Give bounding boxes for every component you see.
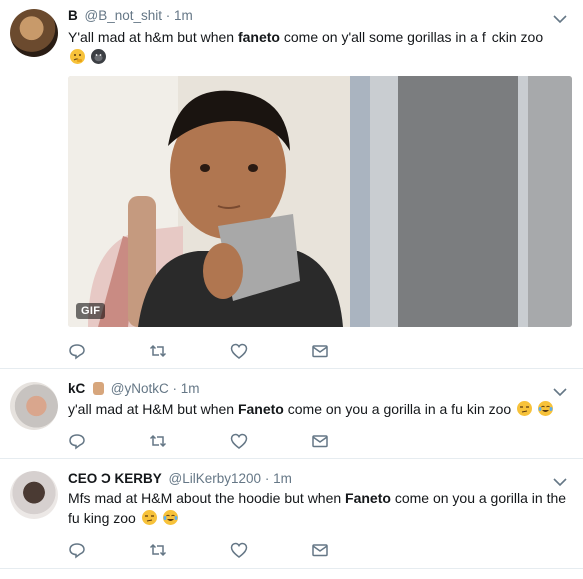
gorilla-icon (90, 49, 106, 64)
reply-icon[interactable] (68, 541, 86, 559)
retweet-icon[interactable] (149, 432, 167, 450)
timestamp[interactable]: 1m (273, 471, 292, 486)
display-name[interactable]: CEO Ɔ KERBY (68, 471, 162, 486)
retweet-icon[interactable] (149, 541, 167, 559)
tweet-1[interactable]: B @B_not_shit · 1m Y'all mad at h&m but … (0, 0, 583, 369)
tweet-header: kC @yNotkC · 1m (68, 381, 200, 396)
reply-icon[interactable] (68, 432, 86, 450)
timestamp[interactable]: 1m (181, 381, 200, 396)
user-handle[interactable]: @B_not_shit (85, 8, 163, 23)
tweet-header: B @B_not_shit · 1m (68, 8, 193, 23)
display-name[interactable]: kC (68, 381, 85, 396)
tweet-3[interactable]: CEO Ɔ KERBY @LilKerby1200 · 1m Mfs mad a… (0, 459, 583, 569)
tweet-2[interactable]: kC @yNotkC · 1m y'all mad at H&M but whe… (0, 369, 583, 459)
display-name[interactable]: B (68, 8, 78, 23)
thinking-face-icon (70, 49, 85, 64)
keyword: Faneto (237, 401, 284, 417)
direct-message-icon[interactable] (311, 342, 329, 360)
like-icon[interactable] (230, 432, 248, 450)
separator-dot: · (172, 381, 178, 396)
direct-message-icon[interactable] (311, 432, 329, 450)
chevron-down-icon[interactable] (553, 14, 567, 24)
unamused-face-icon (517, 401, 533, 416)
unamused-face-icon (141, 510, 157, 525)
keyword: faneto (237, 29, 280, 45)
tweet-text: Y'all mad at h&m but when faneto come on… (68, 27, 572, 67)
face-with-tears-of-joy-icon (538, 401, 553, 416)
separator-dot: · (165, 8, 171, 23)
separator-dot: · (264, 471, 270, 486)
gif-media[interactable]: GIF (68, 76, 572, 327)
hand-gesture-icon (93, 382, 105, 395)
tweet-header: CEO Ɔ KERBY @LilKerby1200 · 1m (68, 471, 292, 486)
like-icon[interactable] (230, 541, 248, 559)
timestamp[interactable]: 1m (174, 8, 193, 23)
reply-icon[interactable] (68, 342, 86, 360)
avatar[interactable] (10, 382, 58, 430)
keyword: Faneto (345, 490, 391, 506)
like-icon[interactable] (230, 342, 248, 360)
gif-badge: GIF (76, 303, 106, 319)
direct-message-icon[interactable] (311, 541, 329, 559)
chevron-down-icon[interactable] (553, 477, 567, 487)
face-with-tears-of-joy-icon (162, 510, 178, 525)
tweet-text: y'all mad at H&M but when Faneto come on… (68, 399, 572, 419)
avatar[interactable] (10, 9, 58, 57)
user-handle[interactable]: @yNotkC (111, 381, 169, 396)
tweet-text: Mfs mad at H&M about the hoodie but when… (68, 490, 567, 526)
chevron-down-icon[interactable] (553, 387, 567, 397)
gif-thumbnail (68, 76, 572, 327)
avatar[interactable] (10, 471, 58, 519)
user-handle[interactable]: @LilKerby1200 (169, 471, 262, 486)
retweet-icon[interactable] (149, 342, 167, 360)
